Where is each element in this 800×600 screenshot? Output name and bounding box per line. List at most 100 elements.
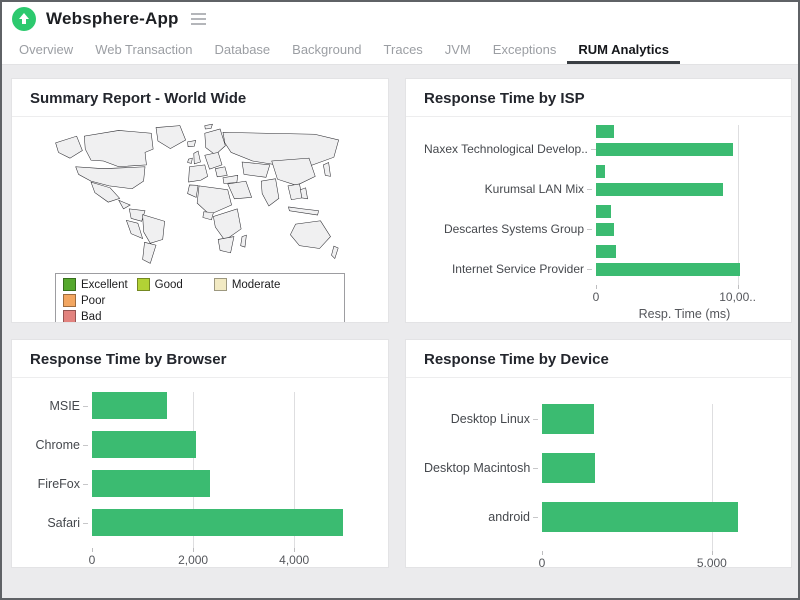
- map-region-uk[interactable]: [194, 151, 201, 164]
- unlabeled-bar[interactable]: [596, 245, 616, 258]
- safari-bar[interactable]: [92, 509, 343, 536]
- map-region-iceland[interactable]: [188, 140, 196, 146]
- chart-row: Internet Service Provider: [424, 262, 773, 276]
- tab-rum-analytics[interactable]: RUM Analytics: [567, 35, 680, 64]
- chart-row: MSIE: [30, 392, 370, 419]
- map-region-indonesia[interactable]: [288, 207, 318, 215]
- msie-bar[interactable]: [92, 392, 167, 419]
- category-label: Desktop Linux: [424, 412, 542, 426]
- map-region-south-africa[interactable]: [218, 237, 234, 253]
- legend-label: Good: [155, 279, 183, 291]
- bar-track: [92, 509, 370, 536]
- tab-bar: OverviewWeb TransactionDatabaseBackgroun…: [2, 35, 798, 65]
- app-header: Websphere-App: [2, 2, 798, 35]
- category-label: Naxex Technological Develop..: [424, 142, 596, 156]
- map-region-alaska[interactable]: [56, 136, 83, 158]
- map-region-central-europe[interactable]: [205, 152, 222, 169]
- map-region-west-africa[interactable]: [203, 212, 214, 220]
- axis-tick-mark: [738, 285, 739, 289]
- chart-row: [424, 165, 773, 178]
- chart-row: android: [424, 502, 773, 532]
- chart-row: Kurumsal LAN Mix: [424, 182, 773, 196]
- map-region-greenland[interactable]: [156, 126, 186, 149]
- legend-item-poor: Poor: [63, 294, 105, 307]
- android-bar[interactable]: [542, 502, 738, 532]
- bar-track: [596, 245, 773, 258]
- desktop-linux-bar[interactable]: [542, 404, 594, 434]
- legend-label: Excellent: [81, 279, 128, 291]
- tab-jvm[interactable]: JVM: [434, 35, 482, 64]
- device-bar-chart: Desktop LinuxDesktop Macintoshandroid05,…: [406, 404, 791, 568]
- descartes-systems-group-bar[interactable]: [596, 223, 614, 236]
- map-region-turkey[interactable]: [223, 175, 238, 183]
- map-region-australia[interactable]: [290, 221, 330, 249]
- map-region-new-zealand[interactable]: [331, 246, 338, 258]
- map-region-ireland[interactable]: [188, 158, 193, 163]
- chart-row: Safari: [30, 509, 370, 536]
- unlabeled-bar[interactable]: [596, 205, 611, 218]
- map-region-vietnam[interactable]: [300, 188, 307, 199]
- axis-tick-label: 0: [593, 290, 600, 304]
- map-region-western-europe[interactable]: [189, 165, 208, 182]
- tab-exceptions[interactable]: Exceptions: [482, 35, 568, 64]
- category-label: MSIE: [30, 399, 92, 413]
- map-region-brazil[interactable]: [143, 215, 165, 244]
- panel-response-time-isp: Response Time by ISP Naxex Technological…: [405, 78, 792, 323]
- map-region-balkans[interactable]: [215, 167, 227, 177]
- internet-service-provider-bar[interactable]: [596, 263, 740, 276]
- map-region-north-africa[interactable]: [197, 186, 231, 215]
- hamburger-menu-icon[interactable]: [191, 13, 206, 25]
- axis-tick-label: 5,000: [697, 556, 727, 568]
- world-map[interactable]: [47, 122, 353, 267]
- chart-row: Chrome: [30, 431, 370, 458]
- unlabeled-bar[interactable]: [596, 125, 614, 138]
- bar-track: [92, 392, 370, 419]
- category-label: android: [424, 510, 542, 524]
- map-region-madagascar[interactable]: [241, 235, 247, 247]
- firefox-bar[interactable]: [92, 470, 210, 497]
- up-arrow-circle-icon: [12, 7, 36, 31]
- map-region-middle-east[interactable]: [228, 181, 252, 199]
- panel-title: Response Time by Device: [406, 340, 791, 378]
- map-region-central-america[interactable]: [119, 200, 130, 209]
- chart-row: Desktop Macintosh: [424, 453, 773, 483]
- tab-overview[interactable]: Overview: [8, 35, 84, 64]
- panel-response-time-browser: Response Time by Browser MSIEChromeFireF…: [11, 339, 389, 568]
- desktop-macintosh-bar[interactable]: [542, 453, 595, 483]
- tab-database[interactable]: Database: [204, 35, 282, 64]
- map-region-central-africa[interactable]: [213, 209, 241, 241]
- map-region-usa[interactable]: [76, 167, 145, 189]
- axis-tick-mark: [193, 548, 194, 552]
- tab-web-transaction[interactable]: Web Transaction: [84, 35, 203, 64]
- legend-swatch-moderate: [214, 278, 227, 291]
- app-window: Websphere-App OverviewWeb TransactionDat…: [0, 0, 800, 600]
- category-label: Kurumsal LAN Mix: [424, 182, 596, 196]
- x-axis: 0 10,00..: [424, 285, 773, 305]
- map-region-morocco[interactable]: [188, 185, 199, 197]
- axis-tick-label: 10,00..: [719, 290, 756, 304]
- naxex-technological-develop-bar[interactable]: [596, 143, 733, 156]
- kurumsal-lan-mix-bar[interactable]: [596, 183, 723, 196]
- map-region-central-asia[interactable]: [242, 162, 270, 177]
- map-region-southeast-asia[interactable]: [288, 184, 302, 200]
- map-region-canada[interactable]: [84, 130, 153, 166]
- map-region-peru[interactable]: [126, 220, 142, 238]
- bar-track: [542, 453, 773, 483]
- x-axis-label: Resp. Time (ms): [596, 307, 773, 323]
- tab-background[interactable]: Background: [281, 35, 372, 64]
- map-region-scandinavia[interactable]: [205, 129, 226, 155]
- map-region-japan[interactable]: [323, 162, 330, 176]
- chrome-bar[interactable]: [92, 431, 196, 458]
- legend-swatch-poor: [63, 294, 76, 307]
- legend-item-excellent: Excellent: [63, 278, 128, 291]
- legend-item-moderate: Moderate: [214, 278, 281, 291]
- tab-traces[interactable]: Traces: [373, 35, 434, 64]
- map-region-china[interactable]: [272, 158, 316, 185]
- map-region-india[interactable]: [261, 179, 279, 206]
- unlabeled-bar[interactable]: [596, 165, 605, 178]
- map-region-svalbard[interactable]: [205, 124, 213, 129]
- map-region-argentina[interactable]: [143, 242, 156, 263]
- category-label: Chrome: [30, 438, 92, 452]
- axis-tick-label: 2,000: [178, 553, 208, 567]
- panel-title: Summary Report - World Wide: [12, 79, 388, 117]
